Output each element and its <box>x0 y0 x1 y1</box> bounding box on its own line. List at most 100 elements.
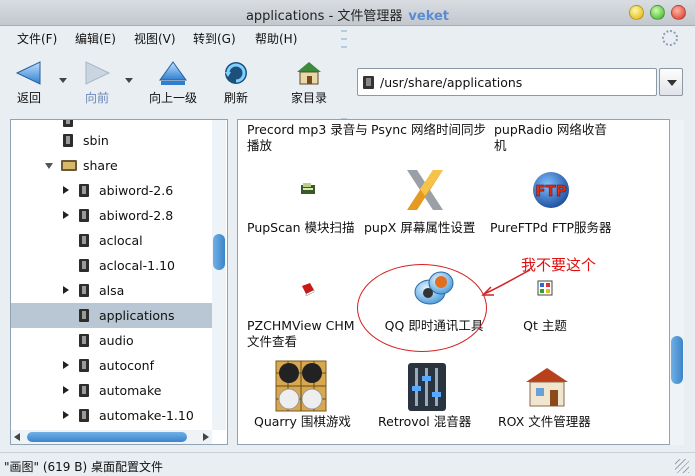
svg-text:FTP: FTP <box>535 182 566 200</box>
tree-item-label: abiword-2.8 <box>99 208 174 223</box>
folder-icon <box>63 120 73 127</box>
location-dropdown-button[interactable] <box>659 68 683 96</box>
folder-icon <box>79 259 89 272</box>
up-arrow-icon <box>159 61 187 85</box>
maximize-button[interactable] <box>650 5 665 20</box>
folder-icon <box>63 134 73 147</box>
tree-item-aclocal-1-10[interactable]: aclocal-1.10 <box>11 253 213 278</box>
app-label: pupX 屏幕属性设置 <box>364 220 476 235</box>
tree-item-label: applications <box>99 308 175 323</box>
tree-item-label: abiword-2.6 <box>99 183 174 198</box>
refresh-button[interactable]: 刷新 <box>218 60 254 110</box>
folder-icon <box>79 309 89 322</box>
minimize-button[interactable] <box>629 5 644 20</box>
tree-item-automake-1-10[interactable]: automake-1.10 <box>11 403 213 428</box>
house-icon <box>526 368 568 407</box>
forward-label: 向前 <box>84 91 109 105</box>
qt-grid-icon <box>537 280 553 296</box>
expander-expanded-icon[interactable] <box>45 163 53 169</box>
activity-spinner-icon <box>662 30 678 46</box>
status-bar: "画图" (619 B) 桌面配置文件 <box>0 452 695 476</box>
back-button[interactable]: 返回 <box>8 60 50 110</box>
tree-item-sbin[interactable]: sbin <box>11 128 213 153</box>
menu-view[interactable]: 视图(V) <box>134 30 176 47</box>
scrollbar-thumb[interactable] <box>27 432 187 442</box>
tree-vertical-scrollbar[interactable] <box>212 120 226 430</box>
annotation-arrow-icon <box>481 269 531 296</box>
app-label: Precord mp3 录音与播放 <box>247 122 368 153</box>
app-label: Quarry 围棋游戏 <box>254 414 351 429</box>
scrollbar-thumb[interactable] <box>671 336 683 384</box>
scroll-right-icon[interactable] <box>203 433 209 441</box>
expander-collapsed-icon[interactable] <box>63 361 69 369</box>
tree-item-label: sbin <box>83 133 109 148</box>
close-button[interactable] <box>671 5 686 20</box>
scroll-left-icon[interactable] <box>14 433 20 441</box>
tree-item-abiword-2-6[interactable]: abiword-2.6 <box>11 178 213 203</box>
app-item-pureftpd[interactable]: FTP PureFTPd FTP服务器 <box>490 166 612 252</box>
expander-collapsed-icon[interactable] <box>63 411 69 419</box>
forward-button[interactable]: 向前 <box>76 60 118 110</box>
expander-collapsed-icon[interactable] <box>63 186 69 194</box>
folder-icon <box>79 409 89 422</box>
app-label: Qt 主题 <box>523 318 567 333</box>
menu-go[interactable]: 转到(G) <box>193 30 236 47</box>
back-label: 返回 <box>16 91 41 105</box>
home-button[interactable]: 家目录 <box>286 60 332 110</box>
resize-grip[interactable] <box>675 459 689 473</box>
app-item-psync[interactable]: Psync 网络时间同步 <box>371 120 493 160</box>
menu-help[interactable]: 帮助(H) <box>255 30 297 47</box>
app-item-rox[interactable]: ROX 文件管理器 <box>486 356 608 436</box>
expander-collapsed-icon[interactable] <box>63 386 69 394</box>
expander-collapsed-icon[interactable] <box>63 286 69 294</box>
ftp-globe-icon: FTP <box>533 172 569 208</box>
app-label: PupScan 模块扫描 <box>247 220 355 235</box>
tree-item-label: alsa <box>99 283 125 298</box>
up-button[interactable]: 向上一级 <box>144 60 202 110</box>
tree-item-label: share <box>83 158 118 173</box>
app-label: pupRadio 网络收音机 <box>494 122 607 153</box>
app-item-pupscan[interactable]: PupScan 模块扫描 <box>247 166 369 252</box>
tree-item-label: automake <box>99 383 162 398</box>
book-icon <box>302 283 315 296</box>
window-title: applications - 文件管理器 veket <box>0 5 695 24</box>
tree-item-aclocal[interactable]: aclocal <box>11 228 213 253</box>
x-icon <box>407 170 443 210</box>
title-bar: applications - 文件管理器 veket <box>0 0 695 26</box>
app-item-retrovol[interactable]: Retrovol 混音器 <box>366 356 488 436</box>
tree-item-applications[interactable]: applications <box>11 303 213 328</box>
tree-item-audio[interactable]: audio <box>11 328 213 353</box>
app-item-pupradio[interactable]: pupRadio 网络收音机 <box>494 120 616 160</box>
folder-open-icon <box>61 160 77 171</box>
app-item-pupx[interactable]: pupX 屏幕属性设置 <box>364 166 486 252</box>
app-item-quarry[interactable]: Quarry 围棋游戏 <box>240 356 362 436</box>
expander-collapsed-icon[interactable] <box>63 211 69 219</box>
back-arrow-icon <box>15 61 41 85</box>
tree-horizontal-scrollbar[interactable] <box>11 430 212 444</box>
folder-icon <box>79 334 89 347</box>
tree-item-label: automake-1.10 <box>99 408 194 423</box>
tree-item-abiword-2-8[interactable]: abiword-2.8 <box>11 203 213 228</box>
back-history-dropdown[interactable] <box>59 78 67 83</box>
tree-item-share[interactable]: share <box>11 153 213 178</box>
tree-item-alsa[interactable]: alsa <box>11 278 213 303</box>
tree-item-automake[interactable]: automake <box>11 378 213 403</box>
folder-tree: sbin share abiword-2.6 abiword-2.8 acloc… <box>10 119 228 445</box>
folder-icon <box>363 76 374 89</box>
app-item-pzchmview[interactable]: PZCHMView CHM 文件查看 <box>247 276 369 356</box>
app-item-precord[interactable]: Precord mp3 录音与播放 <box>247 120 369 160</box>
menu-file[interactable]: 文件(F) <box>17 30 57 47</box>
app-label: Psync 网络时间同步 <box>371 122 486 137</box>
app-name: veket <box>408 9 450 24</box>
icon-view-vertical-scrollbar[interactable] <box>670 120 684 445</box>
scrollbar-thumb[interactable] <box>213 234 225 270</box>
folder-icon <box>79 234 89 247</box>
scanner-icon <box>301 183 315 194</box>
location-input[interactable]: /usr/share/applications <box>357 68 657 96</box>
forward-history-dropdown[interactable] <box>125 78 133 83</box>
tree-item-autoconf[interactable]: autoconf <box>11 353 213 378</box>
status-text: "画图" (619 B) 桌面配置文件 <box>4 460 163 474</box>
app-label: PureFTPd FTP服务器 <box>490 220 612 235</box>
menu-edit[interactable]: 编辑(E) <box>75 30 116 47</box>
app-label: PZCHMView CHM 文件查看 <box>247 318 355 349</box>
